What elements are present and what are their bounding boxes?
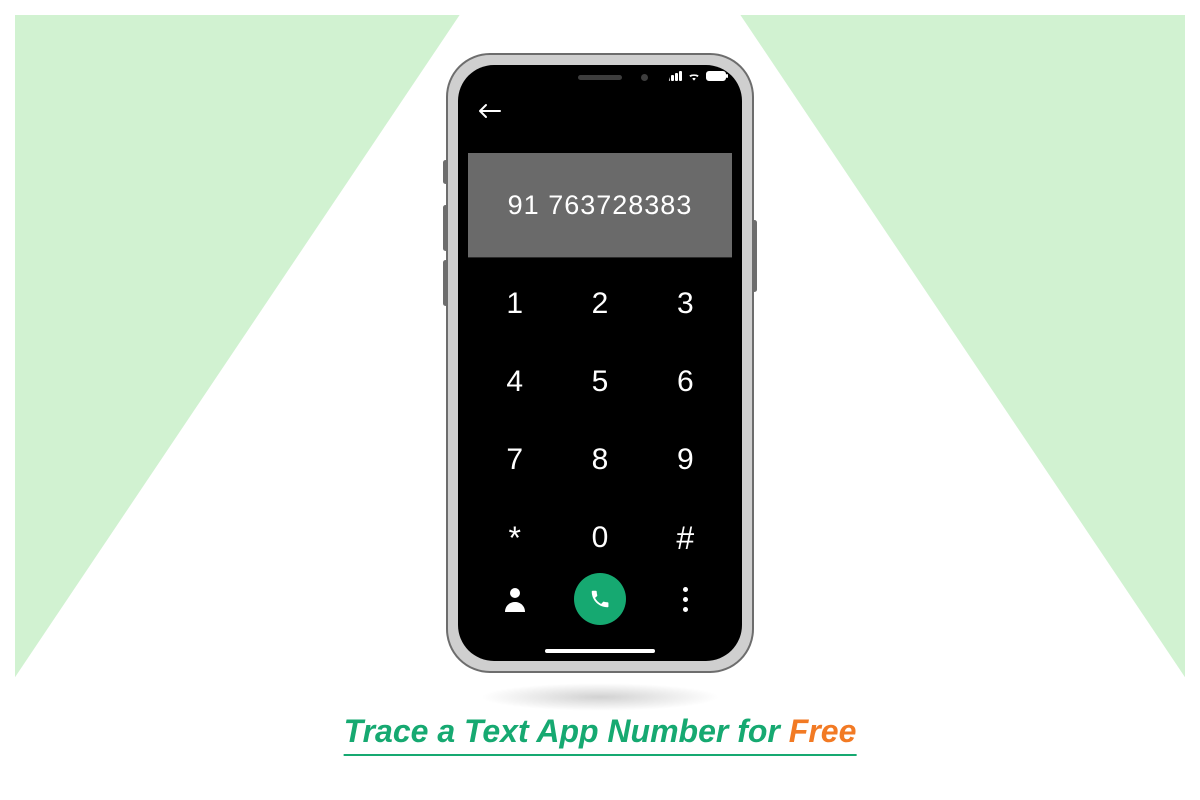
dialer-bottom-row [472,573,728,625]
keypad-6[interactable]: 6 [643,353,728,411]
phone-frame: 91 763728383 1 2 3 4 5 6 7 8 9 * 0 # [446,53,754,673]
more-vertical-icon[interactable] [683,587,688,612]
home-indicator[interactable] [545,649,655,653]
keypad-8[interactable]: 8 [557,431,642,489]
keypad-9[interactable]: 9 [643,431,728,489]
keypad-4[interactable]: 4 [472,353,557,411]
status-bar [667,71,726,81]
keypad-3[interactable]: 3 [643,275,728,333]
phone-illustration: 91 763728383 1 2 3 4 5 6 7 8 9 * 0 # [446,53,754,673]
phone-shadow [480,683,720,711]
call-button[interactable] [574,573,626,625]
keypad-7[interactable]: 7 [472,431,557,489]
phone-screen: 91 763728383 1 2 3 4 5 6 7 8 9 * 0 # [458,65,742,661]
dialed-number-display: 91 763728383 [468,153,732,258]
keypad-0[interactable]: 0 [557,509,642,567]
page-caption: Trace a Text App Number for Free [344,713,857,756]
keypad-5[interactable]: 5 [557,353,642,411]
dialed-number-text: 91 763728383 [508,190,693,221]
phone-icon [589,588,611,610]
display-notch [530,65,670,91]
volume-up-button [443,205,448,251]
back-arrow-icon[interactable] [478,103,502,119]
dialer-keypad: 1 2 3 4 5 6 7 8 9 * 0 # [472,275,728,567]
front-camera [641,74,648,81]
person-icon[interactable] [503,586,527,612]
volume-down-button [443,260,448,306]
power-button [752,220,757,292]
mute-switch [443,160,448,184]
keypad-hash[interactable]: # [643,509,728,567]
keypad-star[interactable]: * [472,509,557,567]
keypad-1[interactable]: 1 [472,275,557,333]
caption-accent-text: Free [789,713,857,749]
earpiece-speaker [578,75,622,80]
caption-main-text: Trace a Text App Number for [344,713,789,749]
wifi-icon [687,71,701,81]
keypad-2[interactable]: 2 [557,275,642,333]
battery-icon [706,71,726,81]
